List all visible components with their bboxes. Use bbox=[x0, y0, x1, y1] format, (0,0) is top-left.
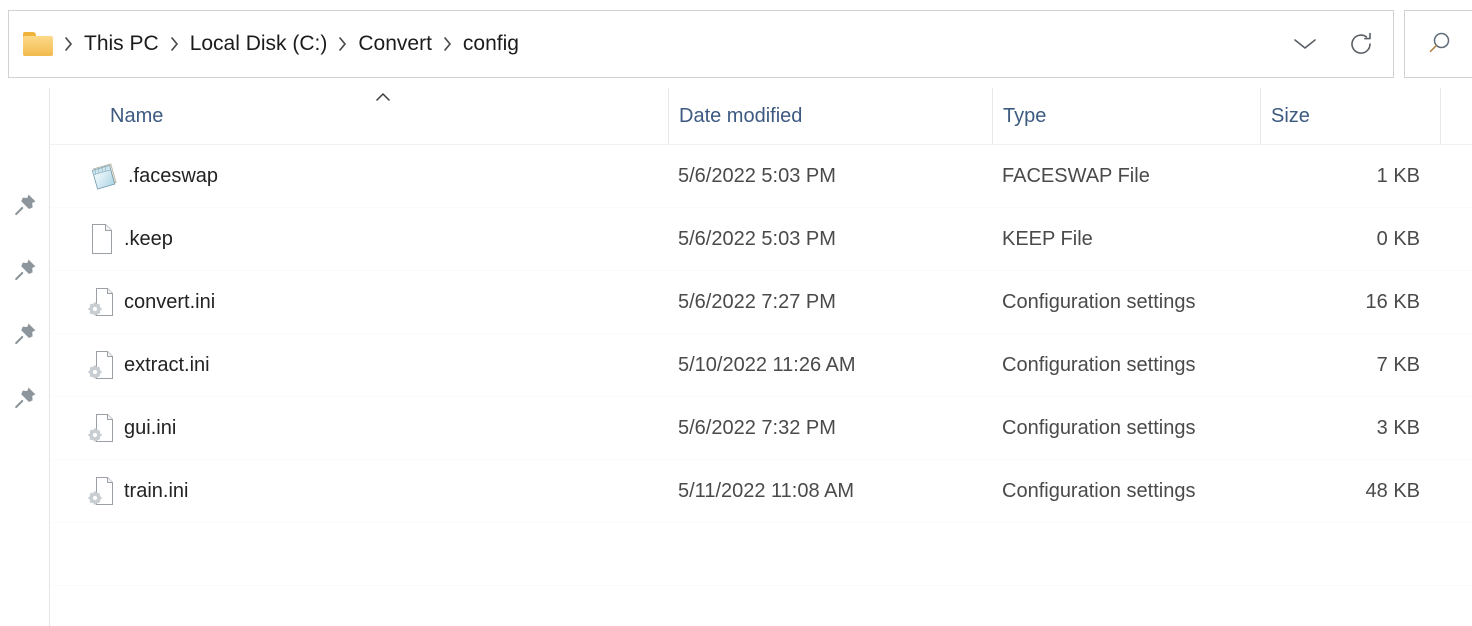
file-name-label: gui.ini bbox=[124, 416, 177, 439]
column-header-row: Name Date modified Type Size bbox=[50, 88, 1472, 145]
notepad-file-icon bbox=[88, 160, 120, 192]
file-name-label: extract.ini bbox=[124, 353, 210, 376]
file-date-cell: 5/6/2022 7:27 PM bbox=[678, 290, 836, 313]
breadcrumb-item-convert[interactable]: Convert bbox=[352, 28, 438, 60]
file-size-cell: 3 KB bbox=[1376, 416, 1420, 439]
breadcrumb-item-local-disk-c[interactable]: Local Disk (C:) bbox=[184, 28, 334, 60]
file-date-cell: 5/6/2022 5:03 PM bbox=[678, 227, 836, 250]
column-header-type-label: Type bbox=[1003, 105, 1047, 127]
column-header-size[interactable]: Size bbox=[1260, 88, 1440, 145]
sidebar-item-pinned-2[interactable] bbox=[0, 312, 49, 356]
pin-icon bbox=[12, 321, 38, 347]
column-header-date-modified-label: Date modified bbox=[679, 105, 803, 127]
file-name-cell[interactable]: train.ini bbox=[88, 460, 678, 522]
sidebar-item-pinned-3[interactable] bbox=[0, 376, 49, 420]
sidebar bbox=[0, 88, 50, 626]
file-name-cell[interactable]: extract.ini bbox=[88, 334, 678, 396]
config-settings-icon bbox=[88, 474, 116, 508]
file-rows: .faceswap 5/6/2022 5:03 PM FACESWAP File… bbox=[50, 145, 1472, 626]
file-name-cell[interactable]: gui.ini bbox=[88, 397, 678, 459]
file-type-cell: Configuration settings bbox=[1002, 290, 1196, 313]
address-bar[interactable]: This PC Local Disk (C:) Convert config bbox=[8, 10, 1394, 78]
file-size-cell: 0 KB bbox=[1376, 227, 1420, 250]
config-settings-icon bbox=[88, 411, 116, 445]
file-type-cell: Configuration settings bbox=[1002, 479, 1196, 502]
file-date-cell: 5/6/2022 7:32 PM bbox=[678, 416, 836, 439]
search-input[interactable] bbox=[1404, 10, 1472, 78]
search-icon bbox=[1424, 29, 1454, 59]
file-type-cell: Configuration settings bbox=[1002, 353, 1196, 376]
table-row[interactable]: .keep 5/6/2022 5:03 PM KEEP File 0 KB bbox=[50, 208, 1472, 271]
file-name-label: convert.ini bbox=[124, 290, 216, 313]
table-row[interactable]: train.ini 5/11/2022 11:08 AM Configurati… bbox=[50, 460, 1472, 523]
pin-icon bbox=[12, 192, 38, 218]
column-header-name[interactable]: Name bbox=[100, 88, 678, 145]
file-type-cell: Configuration settings bbox=[1002, 416, 1196, 439]
table-row[interactable]: gui.ini 5/6/2022 7:32 PM Configuration s… bbox=[50, 397, 1472, 460]
file-name-cell[interactable]: convert.ini bbox=[88, 271, 678, 333]
file-date-cell: 5/11/2022 11:08 AM bbox=[678, 479, 855, 502]
file-name-label: .keep bbox=[124, 227, 173, 250]
config-settings-icon bbox=[88, 348, 116, 382]
pin-icon bbox=[12, 385, 38, 411]
sidebar-item-pinned-0[interactable] bbox=[0, 183, 49, 227]
chevron-down-icon bbox=[1292, 36, 1318, 52]
table-row[interactable]: convert.ini 5/6/2022 7:27 PM Configurati… bbox=[50, 271, 1472, 334]
breadcrumb-separator-3[interactable] bbox=[438, 37, 457, 51]
file-name-cell[interactable]: .faceswap bbox=[88, 145, 678, 207]
file-name-cell[interactable]: .keep bbox=[88, 208, 678, 270]
address-bar-row: This PC Local Disk (C:) Convert config bbox=[0, 0, 1472, 88]
blank-document-icon bbox=[88, 222, 116, 256]
column-header-size-label: Size bbox=[1271, 105, 1310, 127]
refresh-button[interactable] bbox=[1333, 11, 1389, 77]
file-size-cell: 48 KB bbox=[1365, 479, 1420, 502]
table-row[interactable]: .faceswap 5/6/2022 5:03 PM FACESWAP File… bbox=[50, 145, 1472, 208]
file-type-cell: FACESWAP File bbox=[1002, 164, 1150, 187]
file-list-pane: Name Date modified Type Size .faceswap 5… bbox=[50, 88, 1472, 626]
breadcrumb-separator-0[interactable] bbox=[59, 37, 78, 51]
file-date-cell: 5/6/2022 5:03 PM bbox=[678, 164, 836, 187]
empty-row bbox=[50, 586, 1472, 626]
config-settings-icon bbox=[88, 285, 116, 319]
column-header-type[interactable]: Type bbox=[992, 88, 1260, 145]
file-type-cell: KEEP File bbox=[1002, 227, 1093, 250]
column-header-overflow[interactable] bbox=[1440, 88, 1472, 145]
breadcrumb-separator-1[interactable] bbox=[165, 37, 184, 51]
sidebar-item-pinned-1[interactable] bbox=[0, 248, 49, 292]
file-name-label: train.ini bbox=[124, 479, 189, 502]
file-date-cell: 5/10/2022 11:26 AM bbox=[678, 353, 856, 376]
empty-row bbox=[50, 523, 1472, 586]
breadcrumb-separator-2[interactable] bbox=[333, 37, 352, 51]
breadcrumb-item-config[interactable]: config bbox=[457, 28, 525, 60]
pin-icon bbox=[12, 257, 38, 283]
breadcrumb-item-this-pc[interactable]: This PC bbox=[78, 28, 165, 60]
file-size-cell: 7 KB bbox=[1376, 353, 1420, 376]
column-header-date-modified[interactable]: Date modified bbox=[668, 88, 992, 145]
breadcrumb[interactable]: This PC Local Disk (C:) Convert config bbox=[9, 11, 1277, 77]
history-dropdown-button[interactable] bbox=[1277, 11, 1333, 77]
table-row[interactable]: extract.ini 5/10/2022 11:26 AM Configura… bbox=[50, 334, 1472, 397]
refresh-icon bbox=[1347, 30, 1375, 58]
file-size-cell: 1 KB bbox=[1376, 164, 1420, 187]
file-size-cell: 16 KB bbox=[1365, 290, 1420, 313]
file-name-label: .faceswap bbox=[128, 164, 219, 187]
column-header-name-label: Name bbox=[110, 105, 164, 127]
folder-icon bbox=[23, 32, 53, 56]
address-bar-actions bbox=[1277, 11, 1393, 77]
